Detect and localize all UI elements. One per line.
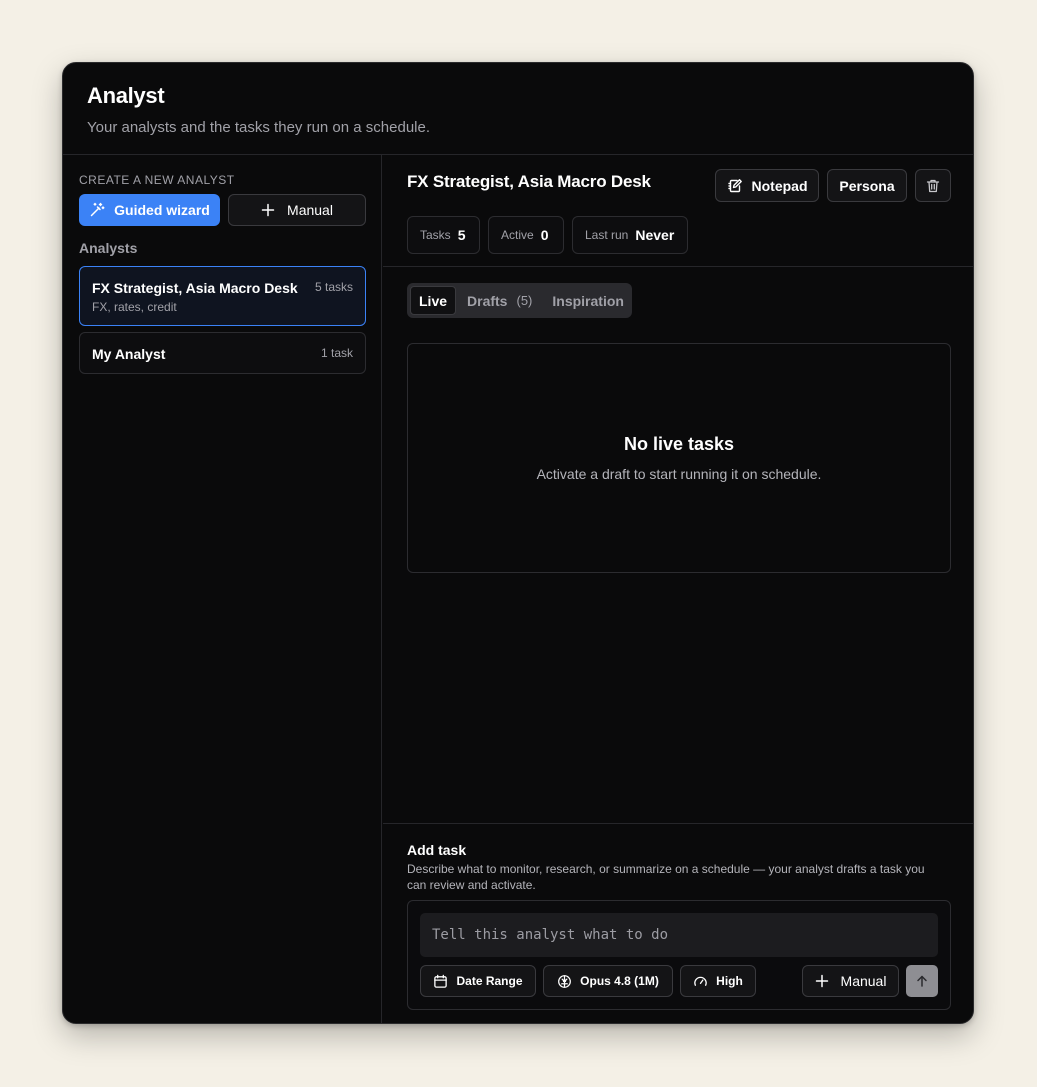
manual-task-button[interactable]: Manual: [802, 965, 899, 997]
task-tabs: Live Drafts (5) Inspiration: [407, 283, 632, 318]
analyst-title: FX Strategist, Asia Macro Desk: [407, 172, 651, 191]
persona-button[interactable]: Persona: [827, 169, 907, 202]
analyst-task-count: 1 task: [320, 346, 353, 360]
page-title: Analyst: [87, 83, 165, 108]
stat-last-run-value: Never: [635, 227, 675, 243]
guided-wizard-button[interactable]: Guided wizard: [79, 194, 220, 226]
manual-create-label: Manual: [287, 202, 333, 218]
tab-inspiration[interactable]: Inspiration: [543, 286, 633, 315]
stat-tasks: Tasks 5: [407, 216, 480, 254]
trash-icon: [925, 178, 941, 194]
stat-active-label: Active: [501, 228, 534, 242]
plus-icon: [815, 974, 829, 988]
analysts-heading: Analysts: [79, 240, 138, 256]
main-panel: FX Strategist, Asia Macro Desk Notepad P…: [383, 155, 973, 1023]
stat-active-value: 0: [540, 227, 549, 243]
divider: [383, 266, 973, 267]
gauge-icon: [693, 974, 708, 989]
notepad-button[interactable]: Notepad: [715, 169, 819, 202]
app-window: Analyst Your analysts and the tasks they…: [62, 62, 974, 1024]
analyst-name: FX Strategist, Asia Macro Desk: [92, 280, 298, 296]
guided-wizard-label: Guided wizard: [114, 202, 210, 218]
plus-icon: [261, 203, 275, 217]
task-composer: Date Range Opus 4.8 (1M): [407, 900, 951, 1010]
delete-analyst-button[interactable]: [915, 169, 951, 202]
empty-state-title: No live tasks: [623, 434, 735, 454]
persona-label: Persona: [839, 177, 895, 194]
wand-icon: [89, 202, 105, 218]
page-header: Analyst Your analysts and the tasks they…: [63, 63, 973, 155]
tab-live[interactable]: Live: [410, 286, 457, 315]
analyst-description: FX, rates, credit: [92, 300, 177, 314]
effort-select-button[interactable]: High: [680, 965, 756, 997]
tab-inspiration-label: Inspiration: [552, 292, 624, 309]
date-range-label: Date Range: [456, 974, 523, 988]
stat-active: Active 0: [488, 216, 564, 254]
analyst-card-fx-strategist[interactable]: FX Strategist, Asia Macro Desk 5 tasks F…: [79, 266, 366, 326]
tab-live-label: Live: [419, 292, 448, 309]
analyst-card-my-analyst[interactable]: My Analyst 1 task: [79, 332, 366, 374]
calendar-icon: [433, 974, 448, 989]
empty-state: No live tasks Activate a draft to start …: [407, 343, 951, 573]
effort-label: High: [716, 974, 743, 988]
notepad-icon: [727, 178, 743, 194]
model-label: Opus 4.8 (1M): [580, 974, 659, 988]
manual-create-button[interactable]: Manual: [228, 194, 366, 226]
arrow-up-icon: [915, 974, 929, 988]
tab-drafts-count: (5): [516, 293, 533, 308]
add-task-description: Describe what to monitor, research, or s…: [407, 862, 925, 892]
tab-drafts-label: Drafts: [467, 292, 508, 309]
stat-last-run-label: Last run: [585, 228, 629, 242]
page-subtitle: Your analysts and the tasks they run on …: [87, 119, 431, 136]
model-select-button[interactable]: Opus 4.8 (1M): [543, 965, 673, 997]
stat-tasks-label: Tasks: [420, 228, 451, 242]
task-input[interactable]: [420, 913, 938, 957]
empty-state-description: Activate a draft to start running it on …: [536, 466, 822, 482]
manual-task-label: Manual: [840, 973, 887, 989]
stat-tasks-value: 5: [457, 227, 466, 243]
add-task-section: Add task Describe what to monitor, resea…: [383, 823, 973, 1023]
tab-drafts[interactable]: Drafts (5): [458, 286, 541, 315]
analyst-task-count: 5 tasks: [314, 280, 353, 294]
sidebar: CREATE A NEW ANALYST Guided wizard Manua…: [63, 155, 382, 1023]
date-range-button[interactable]: Date Range: [420, 965, 536, 997]
brain-icon: [557, 974, 572, 989]
send-button[interactable]: [906, 965, 938, 997]
add-task-title: Add task: [407, 842, 467, 858]
stat-last-run: Last run Never: [572, 216, 688, 254]
notepad-label: Notepad: [751, 177, 808, 194]
create-analyst-label: CREATE A NEW ANALYST: [79, 173, 235, 187]
analyst-name: My Analyst: [92, 346, 166, 362]
